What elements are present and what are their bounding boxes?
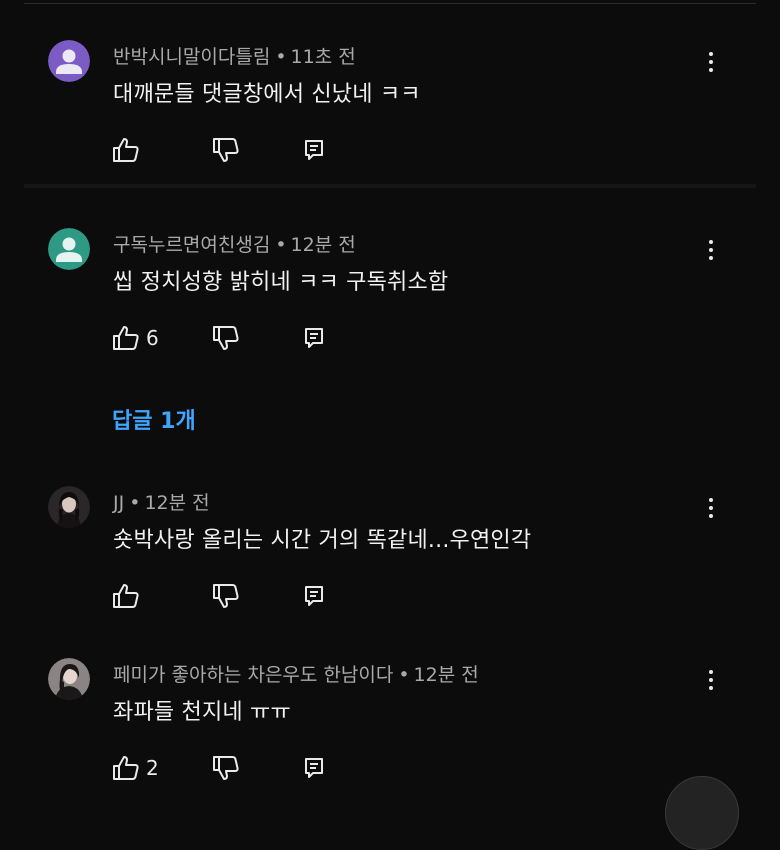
top-divider	[24, 3, 756, 4]
reply-icon	[305, 140, 323, 160]
reply-button[interactable]	[302, 754, 326, 782]
like-button[interactable]: 6	[112, 324, 159, 352]
comment-author[interactable]: 반박시니말이다틀림	[113, 46, 270, 68]
thumbs-up-icon	[113, 584, 139, 608]
comment-separator	[24, 184, 756, 188]
dislike-button[interactable]	[212, 324, 240, 352]
more-vert-icon[interactable]	[701, 666, 721, 694]
floating-action-button[interactable]	[665, 776, 739, 850]
dislike-button[interactable]	[212, 754, 240, 782]
avatar[interactable]	[48, 486, 90, 528]
avatar[interactable]	[48, 658, 90, 700]
thumbs-down-icon	[213, 756, 239, 780]
like-count: 2	[146, 756, 159, 780]
avatar[interactable]	[48, 40, 90, 82]
comment-meta: 구독누르면여친생김 • 12분 전	[113, 230, 356, 257]
dislike-button[interactable]	[212, 582, 240, 610]
like-button[interactable]	[112, 136, 146, 164]
comment-author[interactable]: JJ	[113, 492, 124, 514]
dislike-button[interactable]	[212, 136, 240, 164]
thumbs-up-icon	[113, 756, 139, 780]
comment-meta: JJ • 12분 전	[113, 488, 210, 515]
comment-time: 11초 전	[290, 46, 356, 68]
like-button[interactable]: 2	[112, 754, 159, 782]
thumbs-down-icon	[213, 138, 239, 162]
more-vert-icon[interactable]	[701, 494, 721, 522]
thumbs-up-icon	[113, 138, 139, 162]
meta-separator: •	[398, 664, 410, 686]
more-vert-icon[interactable]	[701, 48, 721, 76]
comment-text: 대깨문들 댓글창에서 신났네 ㅋㅋ	[113, 82, 421, 107]
reply-button[interactable]	[302, 582, 326, 610]
reply-icon	[305, 758, 323, 778]
reply-icon	[305, 586, 323, 606]
like-count: 6	[146, 326, 159, 350]
thumbs-down-icon	[213, 326, 239, 350]
comment-author[interactable]: 구독누르면여친생김	[113, 234, 270, 256]
comment-time: 12분 전	[144, 492, 210, 514]
comment-meta: 반박시니말이다틀림 • 11초 전	[113, 42, 356, 69]
comment-time: 12분 전	[413, 664, 479, 686]
reply-button[interactable]	[302, 324, 326, 352]
thumbs-up-icon	[113, 326, 139, 350]
comment-text: 숏박사랑 올리는 시간 거의 똑같네...우연인각	[113, 528, 532, 553]
comment-text: 씹 정치성향 밝히네 ㅋㅋ 구독취소함	[113, 270, 449, 295]
comment-text: 좌파들 천지네 ㅠㅠ	[113, 700, 291, 725]
like-button[interactable]	[112, 582, 146, 610]
meta-separator: •	[129, 492, 141, 514]
comment-time: 12분 전	[290, 234, 356, 256]
thumbs-down-icon	[213, 584, 239, 608]
view-replies-link[interactable]: 답글 1개	[112, 403, 196, 435]
comment-meta: 페미가 좋아하는 차은우도 한남이다 • 12분 전	[113, 660, 479, 687]
meta-separator: •	[275, 46, 287, 68]
reply-button[interactable]	[302, 136, 326, 164]
meta-separator: •	[275, 234, 287, 256]
more-vert-icon[interactable]	[701, 236, 721, 264]
comment-author[interactable]: 페미가 좋아하는 차은우도 한남이다	[113, 664, 393, 686]
avatar[interactable]	[48, 228, 90, 270]
reply-icon	[305, 328, 323, 348]
